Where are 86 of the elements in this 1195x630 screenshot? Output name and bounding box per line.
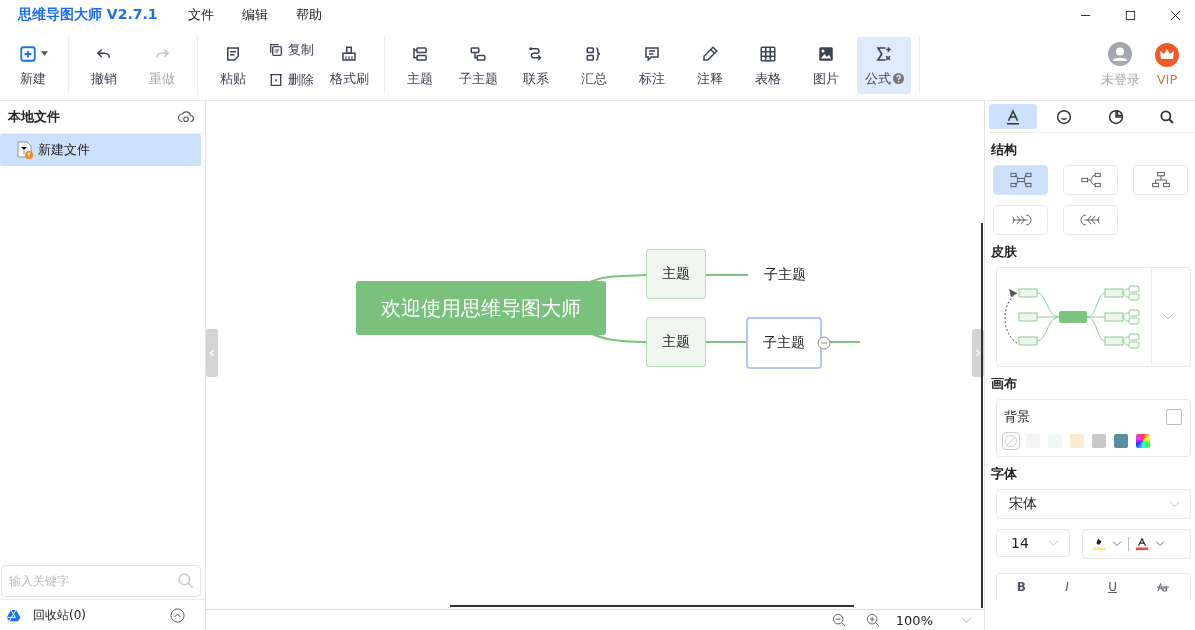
toolbar-button[interactable]: 主题 — [393, 36, 447, 94]
recycle-bin-link[interactable]: 回收站(0) — [33, 606, 170, 624]
font-color-icon[interactable] — [1135, 537, 1149, 551]
structure-option[interactable] — [1063, 205, 1118, 235]
help-icon[interactable] — [892, 73, 904, 84]
section-title: 字体 — [991, 465, 1018, 483]
topic-icon — [411, 44, 429, 63]
chevron-down-icon — [1162, 313, 1174, 321]
format-button[interactable]: I — [1065, 580, 1069, 594]
menu-item[interactable]: 帮助 — [295, 6, 322, 24]
smiley-icon — [1055, 107, 1074, 126]
pie-icon — [1106, 107, 1125, 126]
toolbar-button[interactable]: 格式刷 — [322, 36, 376, 94]
topic-node[interactable]: 主题 — [646, 317, 706, 367]
color-swatch[interactable] — [1092, 434, 1106, 448]
caret-icon[interactable] — [40, 51, 48, 56]
section-title: 画布 — [991, 375, 1018, 393]
toolbar-button[interactable]: 新建 — [6, 36, 60, 94]
toolbar-button[interactable]: 子主题 — [451, 36, 505, 94]
trash-icon — [268, 72, 284, 88]
section-title: 结构 — [991, 141, 1018, 159]
menu-item[interactable]: 文件 — [187, 6, 214, 24]
strikethrough-icon[interactable] — [1156, 581, 1171, 593]
file-item[interactable]: 新建文件 — [0, 134, 201, 166]
background-label: 背景 — [1004, 408, 1030, 426]
logic-chart-icon — [1078, 170, 1103, 190]
image-icon — [817, 44, 835, 63]
maximize-icon[interactable] — [1125, 9, 1136, 21]
structure-option[interactable] — [1133, 165, 1188, 195]
no-color-swatch[interactable] — [1004, 434, 1018, 448]
structure-option[interactable] — [1063, 165, 1118, 195]
chevron-down-icon — [1048, 539, 1059, 547]
pencil-icon — [701, 44, 719, 63]
close-icon[interactable] — [1170, 9, 1181, 21]
toolbar-button[interactable]: 粘贴 — [206, 36, 260, 94]
format-button[interactable]: B — [1016, 580, 1026, 594]
chevron-down-icon — [1169, 500, 1180, 508]
format-button[interactable]: U — [1108, 580, 1117, 594]
toolbar-button[interactable]: 标注 — [625, 36, 679, 94]
zoom-in-icon[interactable] — [865, 613, 880, 627]
structure-option[interactable] — [993, 205, 1048, 235]
zoom-level[interactable]: 100% — [895, 612, 933, 628]
font-size-dropdown[interactable]: 14 — [996, 529, 1070, 557]
section-title: 皮肤 — [991, 243, 1018, 261]
toolbar-button[interactable]: 联系 — [509, 36, 563, 94]
brush-icon — [340, 44, 358, 63]
panel-tab[interactable] — [989, 104, 1037, 129]
color-swatch[interactable] — [1070, 434, 1084, 448]
zoom-out-icon[interactable] — [831, 613, 846, 627]
toolbar-button[interactable]: 删除 — [264, 69, 318, 91]
toolbar-button[interactable]: 图片 — [799, 36, 853, 94]
search-field[interactable]: 输入关键字 — [1, 565, 201, 597]
brace-icon — [585, 44, 603, 63]
user-avatar-icon — [1108, 41, 1132, 66]
document-icon — [224, 44, 242, 63]
comment-icon — [643, 44, 661, 63]
toolbar-button[interactable]: 复制 — [264, 39, 318, 61]
toolbar-button[interactable]: 表格 — [741, 36, 795, 94]
color-swatch[interactable] — [1114, 434, 1128, 448]
sigma-icon — [875, 44, 893, 63]
crown-icon — [1155, 43, 1179, 67]
menu-item[interactable]: 编辑 — [241, 6, 268, 24]
toolbar-button[interactable]: 注释 — [683, 36, 737, 94]
copy-icon — [268, 42, 284, 58]
collapse-up-icon[interactable] — [170, 607, 185, 623]
sidebar-title: 本地文件 — [8, 108, 60, 126]
plus-square-icon — [18, 44, 37, 63]
toolbar-button[interactable]: 公式 — [857, 36, 911, 94]
collapse-toggle-icon[interactable] — [817, 336, 831, 350]
toolbar-button[interactable]: 汇总 — [567, 36, 621, 94]
table-icon — [759, 44, 777, 63]
toolbar-button[interactable]: 撤销 — [77, 36, 131, 94]
highlighter-icon[interactable] — [1092, 537, 1106, 551]
app-title: 思维导图大师 V2.7.1 — [18, 6, 158, 24]
custom-color-swatch[interactable] — [1136, 434, 1150, 448]
mind-map-icon — [1008, 170, 1033, 190]
topic-node[interactable]: 主题 — [646, 249, 706, 299]
triangle-logo-icon — [6, 607, 21, 623]
subtopic-node[interactable]: 子主题 — [748, 249, 822, 301]
background-checkbox[interactable] — [1166, 409, 1182, 425]
mind-map-file-icon — [16, 141, 34, 159]
vertical-scrollbar[interactable] — [981, 223, 983, 608]
horizontal-scrollbar[interactable] — [450, 605, 854, 607]
font-family-dropdown[interactable]: 宋体 — [996, 489, 1191, 519]
subtopic-icon — [469, 44, 487, 63]
structure-option[interactable] — [993, 165, 1048, 195]
